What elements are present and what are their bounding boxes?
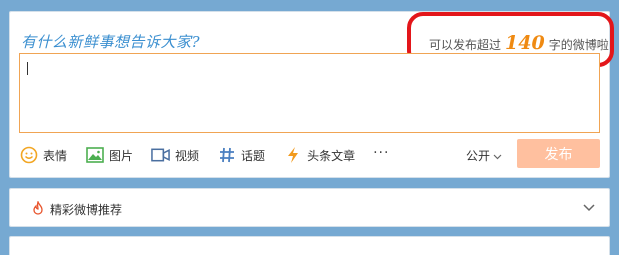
- recommendation-label: 精彩微博推荐: [50, 203, 123, 217]
- topic-button[interactable]: 话题: [217, 146, 265, 165]
- composer-card: 有什么新鲜事想告诉大家? 可以发布超过 140 字的微博啦 表情 图片 视频 话…: [9, 11, 614, 178]
- image-label: 图片: [109, 148, 134, 163]
- image-button[interactable]: 图片: [85, 146, 133, 165]
- char-limit-suffix: 字的微博啦: [548, 38, 609, 52]
- visibility-dropdown[interactable]: 公开: [466, 147, 502, 164]
- composer-prompt: 有什么新鲜事想告诉大家?: [21, 33, 201, 51]
- image-icon: [85, 146, 104, 165]
- video-button[interactable]: 视频: [151, 146, 199, 165]
- post-button[interactable]: 发布: [517, 139, 600, 168]
- recommendation-header: 精彩微博推荐: [32, 199, 123, 218]
- char-limit-notice: 可以发布超过 140 字的微博啦: [429, 32, 609, 54]
- chevron-down-icon: [493, 149, 502, 163]
- article-button[interactable]: 头条文章: [283, 146, 355, 165]
- char-limit-number: 140: [505, 32, 545, 54]
- hashtag-icon: [217, 146, 236, 165]
- video-icon: [151, 146, 170, 165]
- flame-icon: [32, 199, 44, 218]
- smiley-icon: [19, 146, 38, 165]
- expand-chevron-icon[interactable]: [583, 197, 595, 216]
- char-limit-prefix: 可以发布超过: [429, 38, 502, 52]
- emoji-button[interactable]: 表情: [19, 146, 67, 165]
- composer-toolbar: 表情 图片 视频 话题 头条文章 ···: [19, 144, 407, 166]
- feed-card: [9, 236, 610, 255]
- recommendation-bar[interactable]: 精彩微博推荐: [9, 188, 610, 227]
- post-textarea[interactable]: [19, 53, 600, 133]
- visibility-label: 公开: [466, 149, 491, 163]
- more-button[interactable]: ···: [373, 145, 389, 161]
- emoji-label: 表情: [43, 148, 68, 163]
- video-label: 视频: [175, 148, 200, 163]
- lightning-icon: [283, 146, 302, 165]
- article-label: 头条文章: [307, 148, 356, 163]
- topic-label: 话题: [241, 148, 266, 163]
- text-caret: [27, 62, 28, 75]
